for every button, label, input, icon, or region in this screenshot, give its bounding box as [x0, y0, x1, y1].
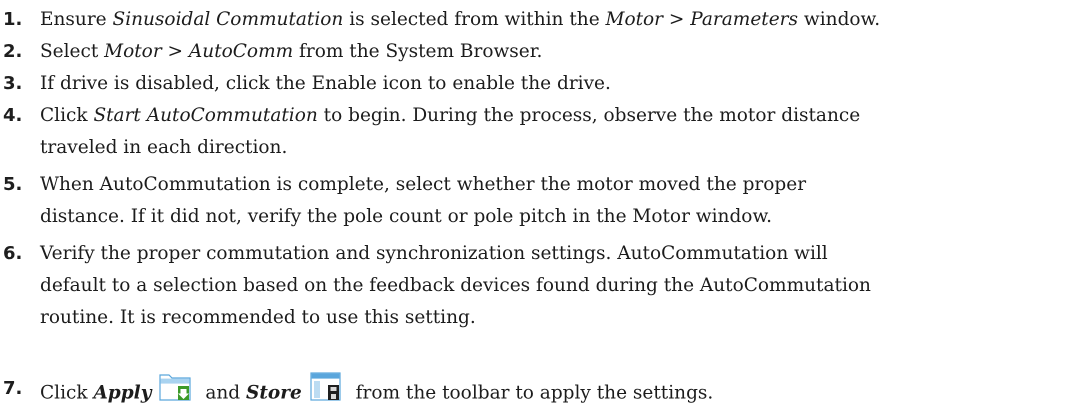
text-run: Verify the proper commutation and synchr… [40, 243, 828, 264]
text-run: from the System Browser. [293, 41, 543, 62]
text-run: Select [40, 41, 105, 62]
ui-term: Sinusoidal Commutation [112, 9, 344, 30]
step-text: Click Apply and Store from the toolbar t… [40, 372, 1060, 405]
text-run: from the toolbar to apply the settings. [349, 382, 714, 404]
text-run: to begin. During the process, observe th… [317, 105, 861, 126]
step-number: 2. [3, 41, 23, 62]
text-run: window. [798, 9, 881, 30]
step-text: Verify the proper commutation and synchr… [40, 238, 1060, 334]
ui-term: Motor > Parameters [605, 9, 799, 30]
step-line: Ensure Sinusoidal Commutation is selecte… [40, 4, 1060, 36]
step-line: Click Apply and Store from the toolbar t… [40, 372, 1060, 405]
text-run: is selected from within the [343, 9, 606, 30]
step-line: distance. If it did not, verify the pole… [40, 206, 772, 227]
step-text: Ensure Sinusoidal Commutation is selecte… [40, 4, 1060, 36]
step-line: routine. It is recommended to use this s… [40, 307, 476, 328]
step-text: Select Motor > AutoComm from the System … [40, 36, 1060, 68]
text-run: Click [40, 105, 94, 126]
ui-term: Store [246, 382, 302, 404]
step-text: If drive is disabled, click the Enable i… [40, 68, 1060, 100]
step-number: 7. [3, 378, 23, 399]
text-run: Ensure [40, 9, 113, 30]
text-run: When AutoCommutation is complete, select… [40, 174, 807, 195]
step-number: 1. [3, 9, 23, 30]
text-run: and [199, 382, 247, 404]
text-run: If drive is disabled, click the Enable i… [40, 73, 611, 94]
step-number: 3. [3, 73, 23, 94]
step-text: When AutoCommutation is complete, select… [40, 169, 1060, 233]
step-line: Click Start AutoCommutation to begin. Du… [40, 100, 1060, 132]
step-line: When AutoCommutation is complete, select… [40, 169, 1060, 201]
step-line: Select Motor > AutoComm from the System … [40, 36, 1060, 68]
apply-icon [159, 371, 192, 412]
step-text: Click Start AutoCommutation to begin. Du… [40, 100, 1060, 164]
step-number: 6. [3, 243, 23, 264]
ui-term: Apply [93, 382, 152, 404]
step-line: Verify the proper commutation and synchr… [40, 238, 1060, 270]
text-run: Click [40, 382, 94, 404]
store-icon [310, 371, 342, 412]
step-line: traveled in each direction. [40, 137, 288, 158]
step-number: 4. [3, 105, 23, 126]
step-line: If drive is disabled, click the Enable i… [40, 68, 1060, 100]
step-line: default to a selection based on the feed… [40, 275, 871, 296]
ui-term: Start AutoCommutation [93, 105, 318, 126]
step-number: 5. [3, 174, 23, 195]
ui-term: Motor > AutoComm [104, 41, 294, 62]
